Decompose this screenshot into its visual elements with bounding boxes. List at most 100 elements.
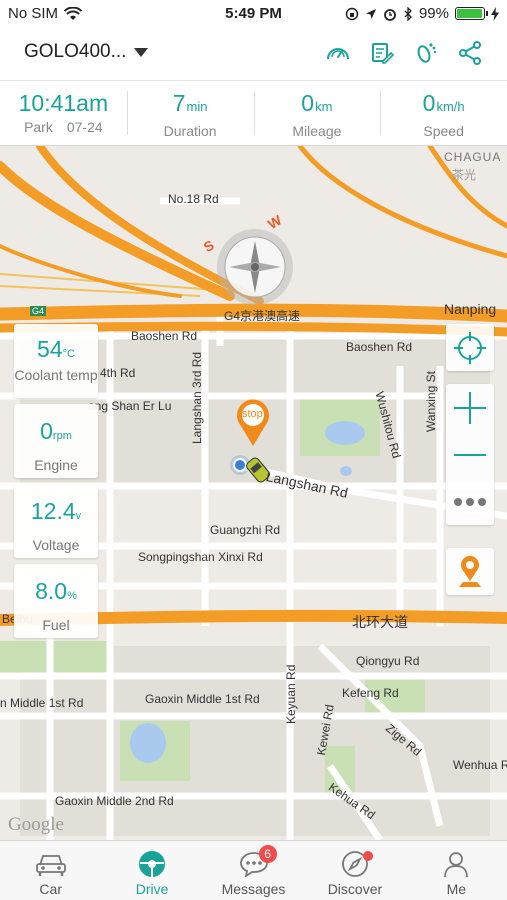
locate-button[interactable] — [446, 324, 494, 371]
map-label: Baoshen Rd — [346, 340, 413, 354]
alarm-icon — [384, 8, 396, 21]
plus-icon — [454, 391, 486, 424]
dropdown-arrow-icon — [134, 47, 149, 57]
card-label: Voltage — [32, 537, 80, 553]
card-label: Engine — [34, 457, 78, 473]
stat-park: 10:41am Park 07-24 — [0, 81, 127, 145]
poi-button[interactable] — [446, 548, 494, 595]
stat-speed: 0km/h Speed — [380, 81, 507, 145]
map-label: 4th Rd — [100, 366, 136, 380]
stat-value: 0 — [422, 90, 436, 116]
card-value: 0 — [40, 418, 53, 444]
stat-unit: min — [186, 99, 208, 114]
report-edit-icon[interactable] — [369, 40, 395, 66]
speedometer-icon[interactable] — [325, 40, 351, 66]
card-value: 54 — [37, 336, 63, 362]
stat-value: 10:41am — [18, 90, 109, 116]
tab-label: Messages — [221, 881, 286, 897]
rotation-lock-icon — [345, 7, 359, 20]
map-label: Gaoxin Middle 2nd Rd — [55, 794, 174, 808]
fuel-card: 8.0% Fuel — [14, 564, 98, 638]
zoom-controls — [446, 384, 494, 525]
card-unit: °C — [62, 348, 75, 360]
stat-label: Park — [24, 119, 53, 135]
tab-drive[interactable]: Drive — [101, 841, 202, 900]
card-unit: % — [67, 590, 77, 602]
map-label: ang Shan Er Lu — [88, 399, 172, 413]
zoom-in-button[interactable] — [446, 384, 494, 431]
card-unit: rpm — [52, 430, 72, 442]
bluetooth-icon — [404, 6, 412, 21]
steering-wheel-icon — [139, 851, 166, 877]
battery-percent: 99% — [418, 5, 449, 22]
device-selector[interactable]: GOLO400... — [24, 41, 149, 63]
tab-discover[interactable]: Discover — [304, 841, 405, 900]
map-view[interactable]: CHAGUA 茶光 No.18 Rd Nanping G4 G4京港澳高速 Ba… — [0, 146, 507, 840]
map-label: Kefeng Rd — [342, 686, 399, 700]
stat-unit: km — [315, 99, 333, 114]
map-label: G4 — [30, 306, 47, 316]
map-label: 北环大道 — [352, 614, 408, 630]
battery-icon — [455, 7, 488, 20]
person-icon — [444, 852, 469, 878]
stat-date: 07-24 — [66, 119, 103, 135]
minus-icon — [454, 453, 486, 456]
map-label: Gaoxin Middle 1st Rd — [145, 692, 260, 706]
tab-label: Discover — [327, 881, 383, 897]
unread-badge: 6 — [258, 845, 277, 863]
map-label: Songpingshan Xinxi Rd — [138, 550, 263, 564]
locate-control — [446, 324, 494, 371]
charging-icon — [491, 6, 499, 21]
engine-card: 0rpm Engine — [14, 404, 98, 478]
voltage-card: 12.4v Voltage — [14, 484, 98, 558]
device-name: GOLO400... — [24, 41, 127, 62]
more-dots-icon — [454, 497, 486, 506]
car-icon — [35, 855, 66, 876]
map-label: n Middle 1st Rd — [0, 696, 84, 710]
map-label: Nanping — [444, 301, 497, 317]
app-header: GOLO400... — [0, 28, 507, 80]
card-unit: v — [75, 510, 82, 522]
map-label: Qiongyu Rd — [356, 654, 420, 668]
map-label: 茶光 — [452, 168, 477, 182]
stat-value: 0 — [301, 90, 315, 116]
card-label: Coolant temp — [14, 367, 98, 383]
map-label: G4京港澳高速 — [224, 309, 301, 323]
coolant-temp-card: 54°C Coolant temp — [14, 324, 98, 398]
location-arrow-icon — [365, 8, 376, 19]
map-label: Keyuan Rd — [284, 664, 298, 724]
tab-label: Drive — [135, 881, 169, 897]
zoom-out-button[interactable] — [446, 431, 494, 478]
stat-unit: km/h — [436, 99, 465, 114]
stat-label: Duration — [163, 123, 217, 139]
crosshair-icon — [454, 331, 486, 364]
share-icon[interactable] — [457, 40, 483, 66]
google-logo: Google — [8, 814, 64, 835]
tab-me[interactable]: Me — [406, 841, 507, 900]
map-label: Guangzhi Rd — [210, 523, 281, 537]
tab-label: Me — [446, 881, 467, 897]
new-indicator-dot — [363, 851, 374, 861]
card-label: Fuel — [42, 617, 70, 633]
map-label: Wenhua R — [453, 758, 507, 772]
more-button[interactable] — [446, 478, 494, 525]
footprint-icon[interactable] — [413, 40, 439, 66]
stat-mileage: 0km Mileage — [253, 81, 381, 145]
stat-value: 7 — [172, 90, 186, 116]
map-label: Langshan 3rd Rd — [190, 351, 204, 444]
trip-stats: 10:41am Park 07-24 7min Duration 0km Mile… — [0, 80, 507, 146]
stat-label: Mileage — [292, 123, 342, 139]
card-value: 8.0 — [35, 578, 68, 604]
tab-bar: Car Drive 6 Messages Discover Me — [0, 840, 507, 900]
status-bar: No SIM 5:49 PM 99% — [0, 0, 507, 28]
map-label: CHAGUA — [444, 150, 502, 164]
stat-label: Speed — [423, 123, 464, 139]
poi-control — [446, 548, 494, 595]
tab-messages[interactable]: 6 Messages — [203, 841, 304, 900]
map-pin-icon — [459, 555, 481, 587]
map-label: No.18 Rd — [168, 192, 219, 206]
tab-car[interactable]: Car — [0, 841, 101, 900]
map-label: Wanxing St — [424, 371, 438, 432]
card-value: 12.4 — [30, 498, 76, 524]
stat-duration: 7min Duration — [126, 81, 254, 145]
